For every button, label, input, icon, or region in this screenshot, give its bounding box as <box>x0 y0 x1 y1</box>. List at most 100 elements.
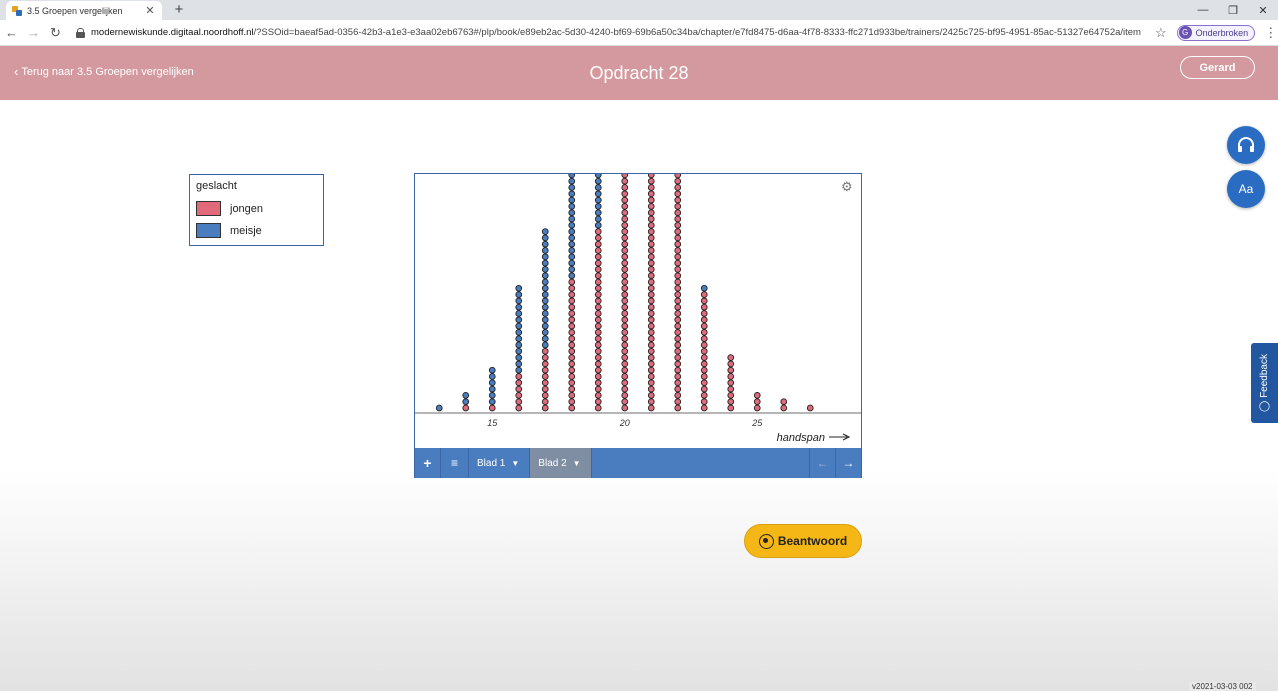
dot-meisje <box>541 303 549 311</box>
minimize-icon[interactable]: — <box>1188 0 1218 20</box>
tab-blad-2[interactable]: Blad 2 ▼ <box>530 448 592 478</box>
dot-jongen <box>647 284 655 292</box>
dot-jongen <box>594 228 602 235</box>
site-favicon-icon <box>12 5 22 16</box>
dot-jongen <box>621 240 629 248</box>
forward-arrow-icon[interactable]: → <box>23 22 44 44</box>
dot-jongen <box>700 310 708 317</box>
chart-panel: 15 20 25 handspan ⚙ + ≡ Blad 1 ▼ Blad 2 ▼ ←… <box>414 173 862 478</box>
dot-jongen <box>568 329 576 336</box>
dot-jongen <box>647 177 655 185</box>
dot-jongen <box>727 385 735 393</box>
dot-meisje <box>594 196 602 204</box>
gear-icon[interactable]: ⚙ <box>841 179 853 195</box>
dot-jongen <box>674 190 682 198</box>
dot-meisje <box>541 266 549 273</box>
dot-jongen <box>674 379 682 387</box>
dot-jongen <box>515 379 523 387</box>
dot-jongen <box>727 379 735 387</box>
dot-meisje <box>515 310 523 317</box>
browser-tab[interactable]: 3.5 Groepen vergelijken ✕ <box>6 1 162 20</box>
reload-icon[interactable]: ↻ <box>45 22 66 44</box>
dot-jongen <box>674 404 682 412</box>
profile-status: Onderbroken <box>1195 27 1249 38</box>
new-tab-button[interactable]: + <box>171 1 187 18</box>
dot-jongen <box>621 272 629 280</box>
dot-meisje <box>568 190 576 198</box>
browser-tabstrip: 3.5 Groepen vergelijken ✕ + — ❐ ✕ <box>0 0 1278 20</box>
dot-jongen <box>621 190 629 198</box>
legend-item-meisje[interactable]: meisje <box>196 223 262 238</box>
add-button[interactable]: + <box>415 448 441 478</box>
dot-jongen <box>541 347 549 355</box>
menu-dots-icon[interactable]: ⋮ <box>1264 25 1277 41</box>
dot-jongen <box>594 385 602 393</box>
dot-jongen <box>700 379 708 387</box>
dot-meisje <box>568 266 576 273</box>
dot-jongen <box>674 221 682 229</box>
dot-meisje <box>541 240 549 248</box>
dot-jongen <box>541 379 549 387</box>
window-close-icon[interactable]: ✕ <box>1248 0 1278 20</box>
dot-jongen <box>674 303 682 311</box>
avatar: G <box>1178 26 1192 39</box>
dot-jongen <box>647 297 655 305</box>
dot-jongen <box>594 266 602 273</box>
legend-item-jongen[interactable]: jongen <box>196 201 263 216</box>
next-button[interactable]: → <box>835 448 861 478</box>
dot-jongen <box>621 177 629 185</box>
dot-jongen <box>594 354 602 361</box>
dot-jongen <box>621 174 629 179</box>
dot-jongen <box>594 316 602 324</box>
dot-meisje <box>541 234 549 242</box>
dot-meisje <box>515 329 523 336</box>
dot-meisje <box>541 310 549 317</box>
dot-jongen <box>594 404 602 412</box>
tab-blad-1[interactable]: Blad 1 ▼ <box>469 448 531 478</box>
dot-jongen <box>568 341 576 349</box>
dot-jongen <box>700 303 708 311</box>
star-icon[interactable]: ☆ <box>1155 25 1167 41</box>
previous-button[interactable]: ← <box>809 448 835 478</box>
back-arrow-icon[interactable]: ← <box>1 22 22 44</box>
audio-button[interactable] <box>1227 126 1265 164</box>
dot-meisje <box>541 272 549 280</box>
dot-plot[interactable]: 15 20 25 handspan <box>415 174 861 448</box>
restore-icon[interactable]: ❐ <box>1218 0 1248 20</box>
dot-jongen <box>647 266 655 273</box>
dot-meisje <box>594 177 602 185</box>
page-title: Opdracht 28 <box>589 63 689 83</box>
list-menu-button[interactable]: ≡ <box>441 448 469 478</box>
tab-close-icon[interactable]: ✕ <box>144 4 156 17</box>
address-bar[interactable]: modernewiskunde.digitaal.noordhoff.nl/?S… <box>91 27 1141 38</box>
feedback-tab[interactable]: Feedback ◯ <box>1251 343 1278 423</box>
dot-jongen <box>594 253 602 261</box>
dot-jongen <box>674 259 682 267</box>
dot-jongen <box>621 366 629 374</box>
dot-meisje <box>541 329 549 336</box>
dot-jongen <box>568 398 576 406</box>
dot-jongen <box>674 316 682 324</box>
dot-jongen <box>674 203 682 210</box>
dot-meisje <box>541 291 549 298</box>
dot-jongen <box>568 291 576 298</box>
profile-button[interactable]: G Onderbroken <box>1176 24 1256 41</box>
font-size-button[interactable]: Aa <box>1227 170 1265 208</box>
dot-jongen <box>674 234 682 242</box>
dot-jongen <box>700 316 708 324</box>
dot-jongen <box>674 209 682 217</box>
dot-jongen <box>674 266 682 273</box>
dot-jongen <box>568 303 576 311</box>
dot-jongen <box>621 385 629 393</box>
dot-jongen <box>647 272 655 280</box>
answer-button[interactable]: Beantwoord <box>744 524 862 558</box>
dot-jongen <box>727 373 735 380</box>
dot-meisje <box>541 247 549 254</box>
user-button[interactable]: Gerard <box>1180 56 1255 79</box>
dot-jongen <box>674 392 682 399</box>
dot-meisje <box>488 385 496 393</box>
dot-meisje <box>488 398 496 406</box>
dot-meisje <box>488 379 496 387</box>
dot-jongen <box>780 398 788 406</box>
dot-meisje <box>594 221 602 229</box>
